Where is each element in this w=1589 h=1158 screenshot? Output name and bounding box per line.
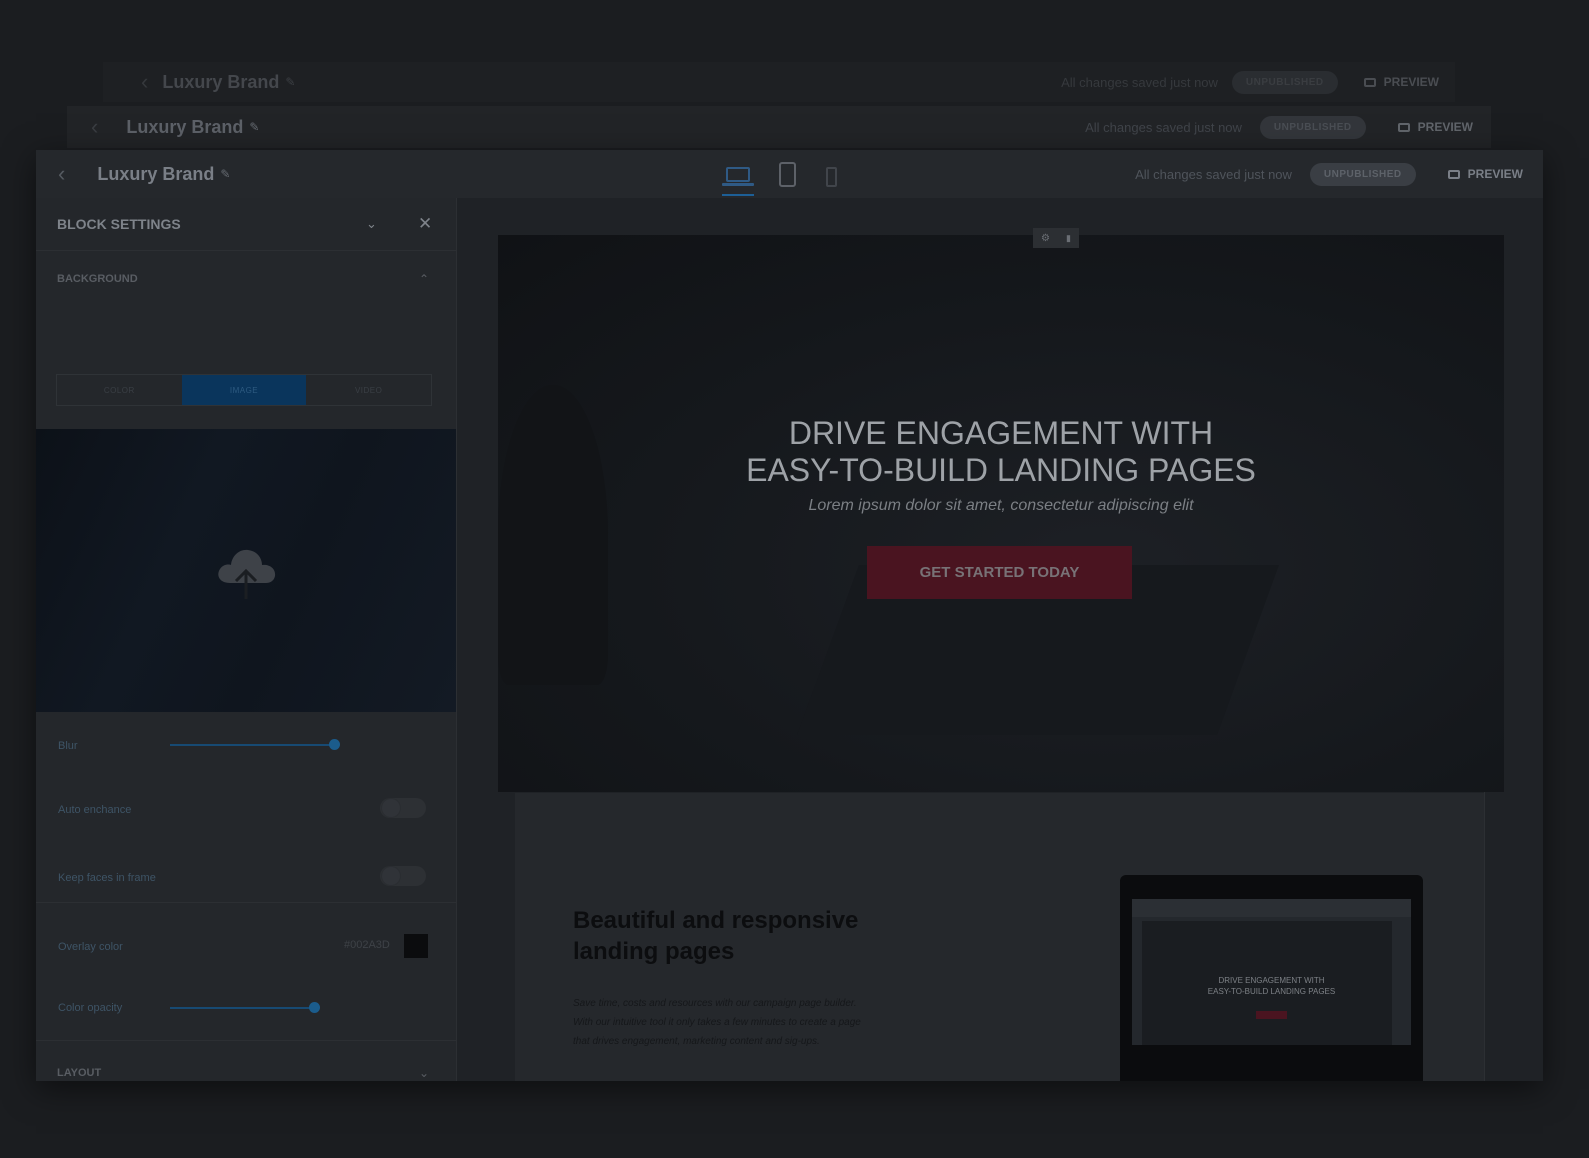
ghost-preview-label-2: PREVIEW [1417,120,1473,134]
feature-title-line-1: Beautiful and responsive [573,907,859,934]
monitor-screen: DRIVE ENGAGEMENT WITH EASY-TO-BUILD LAND… [1132,899,1411,1045]
ghost-window-back: ‹ Luxury Brand ✎ All changes saved just … [103,62,1455,102]
block-settings-panel: BLOCK SETTINGS ⌄ ✕ BACKGROUND ⌃ COLOR IM… [36,198,457,1081]
gear-icon[interactable]: ⚙ [1041,233,1050,244]
publish-status-button[interactable]: UNPUBLISHED [1309,162,1416,186]
monitor-title: DRIVE ENGAGEMENT WITH EASY-TO-BUILD LAND… [1132,975,1411,997]
block-settings-title: BLOCK SETTINGS [57,216,181,232]
toggle-knob [382,799,400,817]
preview-icon [1447,169,1460,179]
mobile-view-icon[interactable] [826,167,837,187]
monitor-cta [1256,1011,1287,1019]
chevron-down-icon[interactable]: ⌄ [366,216,377,232]
tab-image[interactable]: IMAGE [181,375,307,405]
edit-name-icon[interactable]: ✎ [220,167,230,181]
ghost-publish-pill: UNPUBLISHED [1231,70,1338,94]
preview-label: PREVIEW [1467,167,1523,181]
overlay-color-swatch[interactable] [404,934,428,958]
monitor-mockup: DRIVE ENGAGEMENT WITH EASY-TO-BUILD LAND… [1120,875,1423,1081]
chevron-up-icon[interactable]: ⌃ [419,272,429,286]
canvas-right-gutter [1484,792,1485,1081]
blur-slider[interactable] [170,738,360,752]
block-settings-header: BLOCK SETTINGS ⌄ ✕ [36,198,456,251]
feature-body[interactable]: Save time, costs and resources with our … [573,994,861,1051]
preview-button[interactable]: PREVIEW [1447,167,1523,181]
auto-enhance-label: Auto enchance [58,804,132,816]
block-toolbar: ⚙ ▮ [1033,228,1079,248]
preview-icon [1397,122,1410,132]
ghost-topbar: ‹ Luxury Brand ✎ All changes saved just … [103,62,1455,102]
monitor-title-line-2: EASY-TO-BUILD LANDING PAGES [1207,987,1336,996]
feature-block[interactable]: Beautiful and responsive landing pages S… [515,793,1484,1081]
overlay-color-label: Overlay color [58,941,123,953]
keep-faces-toggle[interactable] [380,866,426,886]
background-type-tabs: COLOR IMAGE VIDEO [56,374,432,406]
ghost-brand-2: Luxury Brand [126,116,244,137]
brand-name[interactable]: Luxury Brand [97,164,214,185]
cloud-upload-icon [218,549,276,599]
blur-label: Blur [58,740,78,752]
toggle-knob [382,867,400,885]
back-icon: ‹ [91,114,99,139]
hero-block[interactable]: DRIVE ENGAGEMENT WITH EASY-TO-BUILD LAND… [498,235,1504,792]
background-section-header[interactable]: BACKGROUND ⌃ [36,250,456,308]
blur-slider-track [170,744,334,746]
color-opacity-handle[interactable] [309,1002,320,1013]
ghost-preview-2: PREVIEW [1397,120,1473,134]
close-icon[interactable]: ✕ [418,214,432,234]
ghost-save-status-2: All changes saved just now [1085,119,1242,135]
ghost-topbar-2: ‹ Luxury Brand ✎ All changes saved just … [67,106,1491,148]
blur-slider-handle[interactable] [329,739,340,750]
tablet-view-icon[interactable] [779,162,796,187]
desktop-view-underline [722,194,754,196]
trash-icon[interactable]: ▮ [1066,233,1071,244]
hero-title-line-2: EASY-TO-BUILD LANDING PAGES [746,452,1256,488]
ghost-preview: PREVIEW [1363,75,1439,89]
page-canvas: DRIVE ENGAGEMENT WITH EASY-TO-BUILD LAND… [457,198,1543,1081]
feature-body-line-1: Save time, costs and resources with our … [573,998,857,1009]
ghost-publish-pill-2: UNPUBLISHED [1259,115,1366,139]
divider [36,902,456,903]
feature-title-line-2: landing pages [573,938,735,965]
feature-body-line-2: With our intuitive tool it only takes a … [573,1017,861,1028]
layout-section-title: LAYOUT [57,1067,102,1079]
get-started-button[interactable]: GET STARTED TODAY [867,546,1132,599]
preview-icon [1363,77,1376,87]
ghost-brand: Luxury Brand [162,71,280,92]
pencil-icon: ✎ [285,75,296,89]
save-status: All changes saved just now [1135,166,1292,182]
desktop-view-icon[interactable] [722,167,754,186]
monitor-screen-header [1132,899,1411,917]
tab-video[interactable]: VIDEO [306,375,431,405]
overlay-color-value[interactable]: #002A3D [344,939,390,951]
back-icon: ‹ [141,69,149,94]
chevron-down-icon[interactable]: ⌄ [419,1066,429,1080]
back-button[interactable]: ‹ [58,161,65,187]
hero-subtitle[interactable]: Lorem ipsum dolor sit amet, consectetur … [498,497,1504,515]
pencil-icon: ✎ [249,120,260,134]
monitor-title-line-1: DRIVE ENGAGEMENT WITH [1218,976,1325,985]
hero-title[interactable]: DRIVE ENGAGEMENT WITH EASY-TO-BUILD LAND… [498,415,1504,489]
keep-faces-label: Keep faces in frame [58,872,156,884]
feature-title[interactable]: Beautiful and responsive landing pages [573,905,858,967]
color-opacity-track [170,1007,314,1009]
ghost-window-middle: ‹ Luxury Brand ✎ All changes saved just … [67,106,1491,148]
feature-body-line-3: that drives engagement, marketing conten… [573,1036,820,1047]
tab-color[interactable]: COLOR [57,375,182,405]
image-upload-dropzone[interactable] [36,429,456,712]
ghost-preview-label: PREVIEW [1383,75,1439,89]
auto-enhance-toggle[interactable] [380,798,426,818]
color-opacity-slider[interactable] [170,1001,360,1015]
divider [36,1040,456,1041]
layout-section-header[interactable]: LAYOUT ⌄ [36,1058,456,1088]
background-section-title: BACKGROUND [57,273,138,285]
editor-window: ‹ Luxury Brand ✎ All changes saved just … [36,150,1543,1081]
hero-title-line-1: DRIVE ENGAGEMENT WITH [788,415,1214,451]
ghost-save-status: All changes saved just now [1061,74,1218,90]
color-opacity-label: Color opacity [58,1002,123,1014]
